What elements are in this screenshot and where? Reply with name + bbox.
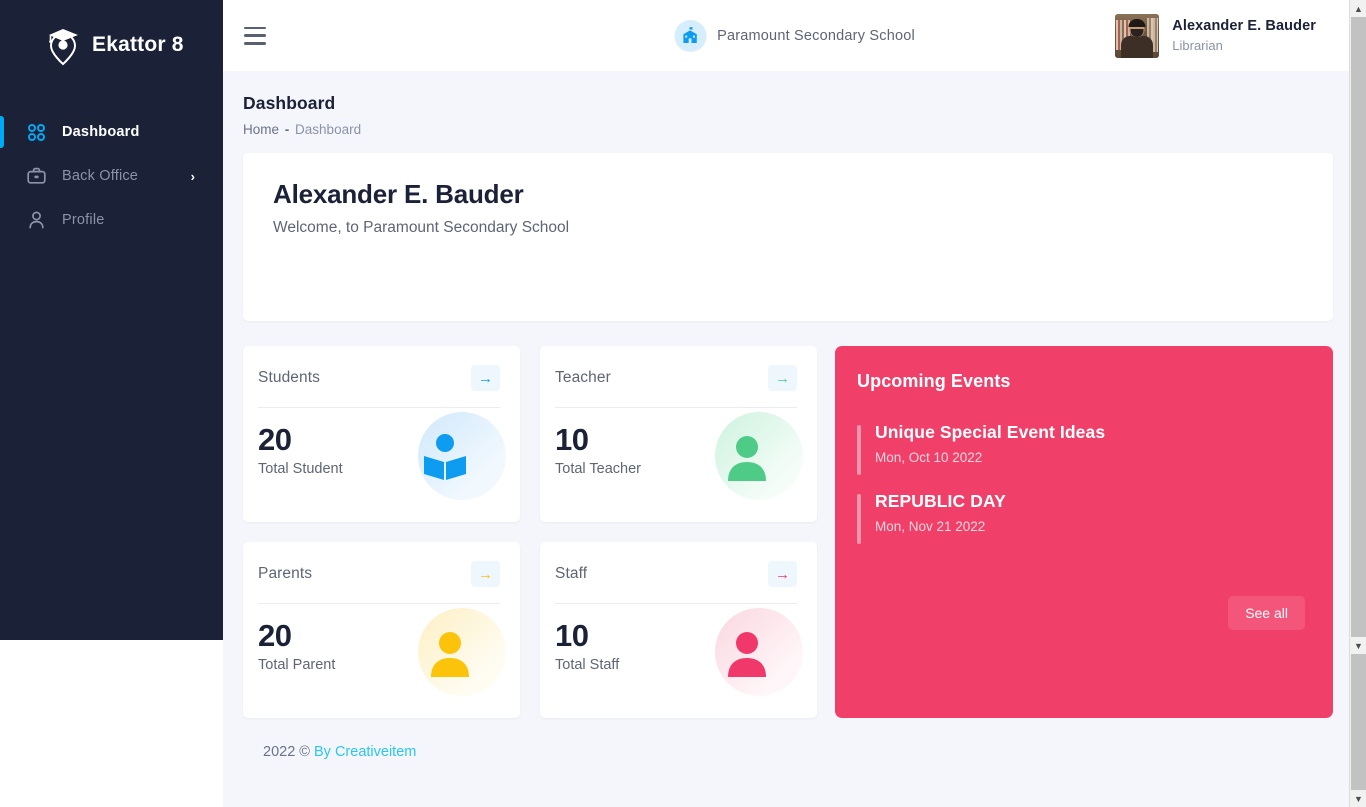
breadcrumb: Home - Dashboard xyxy=(243,122,1333,137)
events-list: Unique Special Event Ideas Mon, Oct 10 2… xyxy=(857,422,1305,544)
page-scrollbar-thumb-lower[interactable] xyxy=(1351,654,1366,790)
breadcrumb-separator: - xyxy=(284,122,290,137)
school-building-icon xyxy=(674,19,707,52)
content-scroll-area: Dashboard Home - Dashboard Alexander E. … xyxy=(223,71,1366,807)
sidebar: Ekattor 8 Dashboard Back Office › Profil… xyxy=(0,0,223,807)
briefcase-icon xyxy=(26,166,46,186)
dashboard-page: Ekattor 8 Dashboard Back Office › Profil… xyxy=(0,0,1366,807)
chevron-right-icon[interactable]: › xyxy=(191,170,195,183)
user-profile-menu[interactable]: Alexander E. Bauder Librarian xyxy=(1115,13,1316,58)
event-name: REPUBLIC DAY xyxy=(875,491,1006,511)
list-item[interactable]: Unique Special Event Ideas Mon, Oct 10 2… xyxy=(857,422,1305,475)
event-date: Mon, Oct 10 2022 xyxy=(875,450,983,465)
school-identity: Paramount Secondary School xyxy=(674,19,915,52)
page-scrollbar-thumb[interactable] xyxy=(1351,17,1366,637)
brand-name: Ekattor 8 xyxy=(92,33,184,56)
event-date: Mon, Nov 21 2022 xyxy=(875,519,986,534)
welcome-card: Alexander E. Bauder Welcome, to Paramoun… xyxy=(243,153,1333,321)
stat-card-teacher[interactable]: Teacher → 10 Total Teacher xyxy=(540,346,817,522)
parent-person-icon xyxy=(418,608,506,696)
stat-title: Students xyxy=(258,369,320,386)
page-scrollbar[interactable]: ▲ ▼ ▼ xyxy=(1349,0,1366,807)
sidebar-item-back-office[interactable]: Back Office › xyxy=(0,154,223,198)
page-content: Dashboard Home - Dashboard Alexander E. … xyxy=(223,71,1366,782)
stat-title: Teacher xyxy=(555,369,611,386)
event-name: Unique Special Event Ideas xyxy=(875,422,1106,442)
sidebar-item-label: Back Office xyxy=(62,168,139,184)
graduation-cap-pin-logo-icon xyxy=(44,23,82,67)
arrow-right-icon: → xyxy=(478,369,493,387)
teacher-person-icon xyxy=(715,412,803,500)
avatar xyxy=(1115,13,1160,58)
sidebar-bottom-fill xyxy=(0,640,223,807)
user-icon xyxy=(26,210,46,230)
events-title: Upcoming Events xyxy=(857,371,1011,391)
school-name: Paramount Secondary School xyxy=(717,27,915,44)
footer: 2022 © By Creativeitem xyxy=(243,718,1333,782)
grid-icon xyxy=(26,122,46,142)
user-role: Librarian xyxy=(1172,37,1223,53)
stat-card-staff[interactable]: Staff → 10 Total Staff xyxy=(540,542,817,718)
stat-arrow-button[interactable]: → xyxy=(768,365,797,391)
welcome-user-name: Alexander E. Bauder xyxy=(273,179,524,209)
student-reading-icon xyxy=(418,412,506,500)
breadcrumb-home[interactable]: Home xyxy=(243,122,279,137)
breadcrumb-current: Dashboard xyxy=(295,122,362,137)
sidebar-item-profile[interactable]: Profile xyxy=(0,198,223,242)
staff-person-icon xyxy=(715,608,803,696)
upcoming-events-panel: Upcoming Events Unique Special Event Ide… xyxy=(835,346,1333,718)
page-scroll-up-icon[interactable]: ▲ xyxy=(1350,0,1366,17)
page-scroll-down-icon[interactable]: ▼ xyxy=(1350,637,1366,654)
arrow-right-icon: → xyxy=(478,565,493,583)
topbar: Paramount Secondary School Alexander E. … xyxy=(223,0,1366,71)
main-column: Paramount Secondary School Alexander E. … xyxy=(223,0,1366,807)
stat-title: Parents xyxy=(258,565,313,582)
welcome-message: Welcome, to Paramount Secondary School xyxy=(273,219,570,236)
stat-arrow-button[interactable]: → xyxy=(768,561,797,587)
see-all-button[interactable]: See all xyxy=(1228,596,1305,630)
stats-grid: Students → 20 Total Student Teacher → 10… xyxy=(243,346,817,718)
list-item[interactable]: REPUBLIC DAY Mon, Nov 21 2022 xyxy=(857,491,1305,544)
stat-card-students[interactable]: Students → 20 Total Student xyxy=(243,346,520,522)
stat-arrow-button[interactable]: → xyxy=(471,561,500,587)
footer-copyright: 2022 © xyxy=(263,744,314,760)
stat-card-parents[interactable]: Parents → 20 Total Parent xyxy=(243,542,520,718)
brand-logo[interactable]: Ekattor 8 xyxy=(0,0,223,90)
sidebar-item-dashboard[interactable]: Dashboard xyxy=(0,110,223,154)
footer-link[interactable]: By Creativeitem xyxy=(314,744,416,760)
sidebar-nav: Dashboard Back Office › Profile xyxy=(0,110,223,242)
page-title: Dashboard xyxy=(243,93,336,113)
sidebar-item-label: Dashboard xyxy=(62,124,140,140)
hamburger-icon[interactable] xyxy=(244,26,266,45)
page-scroll-bottom-icon[interactable]: ▼ xyxy=(1350,790,1366,807)
arrow-right-icon: → xyxy=(775,565,790,583)
stat-arrow-button[interactable]: → xyxy=(471,365,500,391)
user-name: Alexander E. Bauder xyxy=(1172,17,1316,34)
stats-and-events: Students → 20 Total Student Teacher → 10… xyxy=(243,346,1333,718)
stat-title: Staff xyxy=(555,565,588,582)
sidebar-item-label: Profile xyxy=(62,212,105,228)
arrow-right-icon: → xyxy=(775,369,790,387)
